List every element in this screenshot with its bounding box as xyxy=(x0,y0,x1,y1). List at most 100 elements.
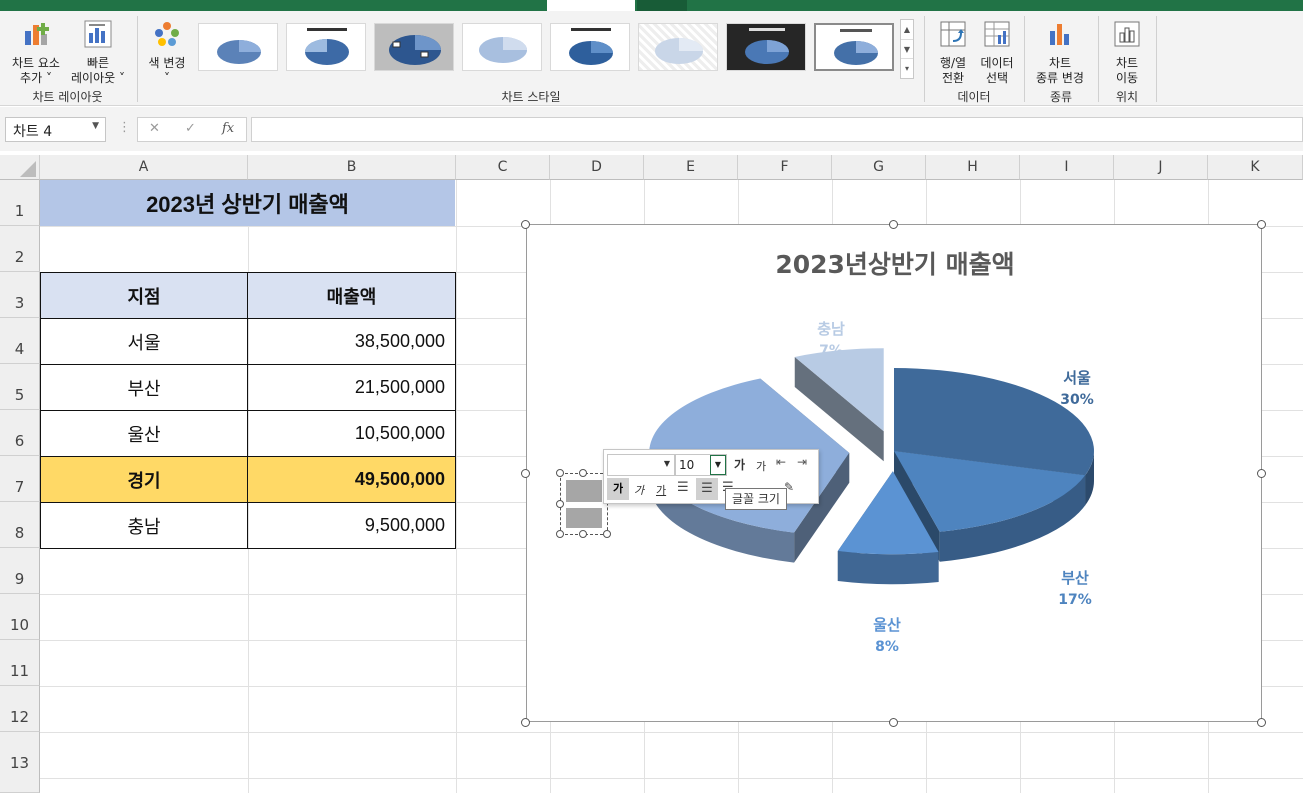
sales-cell-highlighted[interactable]: 49,500,000 xyxy=(248,457,455,503)
resize-handle[interactable] xyxy=(1257,718,1266,727)
sales-cell[interactable]: 21,500,000 xyxy=(248,365,455,411)
sales-cell[interactable]: 9,500,000 xyxy=(248,503,455,548)
resize-handle[interactable] xyxy=(1257,469,1266,478)
row-header-6[interactable]: 6 xyxy=(0,410,40,456)
row-header-13[interactable]: 13 xyxy=(0,732,40,793)
label-handle[interactable] xyxy=(556,500,564,508)
resize-handle[interactable] xyxy=(521,469,530,478)
row-header-9[interactable]: 9 xyxy=(0,548,40,594)
bold-icon[interactable]: 가 xyxy=(607,478,629,500)
column-header-e[interactable]: E xyxy=(644,155,738,180)
data-label-ulsan[interactable]: 울산 8% xyxy=(857,614,917,655)
data-label-busan[interactable]: 부산 17% xyxy=(1045,567,1105,608)
chevron-down-icon[interactable]: ▼ xyxy=(664,459,670,468)
label-handle[interactable] xyxy=(556,469,564,477)
column-header-h[interactable]: H xyxy=(926,155,1020,180)
resize-handle[interactable] xyxy=(1257,220,1266,229)
font-size-select[interactable]: 10 ▼ xyxy=(675,454,727,476)
column-header-g[interactable]: G xyxy=(832,155,926,180)
change-chart-type-icon xyxy=(1050,24,1069,45)
chart-style-6[interactable] xyxy=(638,23,718,71)
move-chart-button[interactable]: 차트 이동 xyxy=(1106,19,1148,86)
chart-style-1[interactable] xyxy=(198,23,278,71)
column-header-a[interactable]: A xyxy=(40,155,248,180)
row-header-4[interactable]: 4 xyxy=(0,318,40,364)
gallery-up-icon[interactable]: ▲ xyxy=(901,20,913,40)
increase-indent-icon[interactable]: ⇥ xyxy=(797,455,807,469)
sheet-title-cell[interactable]: 2023년 상반기 매출액 xyxy=(40,180,455,226)
underline-icon[interactable]: 가 xyxy=(656,482,666,498)
label-handle[interactable] xyxy=(579,530,587,538)
row-header-2[interactable]: 2 xyxy=(0,226,40,272)
chart-style-4[interactable] xyxy=(462,23,542,71)
row-header-8[interactable]: 8 xyxy=(0,502,40,548)
label-handle[interactable] xyxy=(603,530,611,538)
selected-data-label-box[interactable] xyxy=(560,473,608,535)
name-box[interactable]: 차트 4 ▼ xyxy=(5,117,106,142)
resize-handle[interactable] xyxy=(889,220,898,229)
branch-cell[interactable]: 울산 xyxy=(41,411,248,457)
resize-handle[interactable] xyxy=(889,718,898,727)
tab-chart-design[interactable] xyxy=(547,0,635,11)
data-label-chungnam[interactable]: 충남 7% xyxy=(801,318,861,359)
sales-cell[interactable]: 10,500,000 xyxy=(248,411,455,457)
branch-cell[interactable]: 서울 xyxy=(41,319,248,365)
row-header-5[interactable]: 5 xyxy=(0,364,40,410)
grow-font-icon[interactable]: 가 xyxy=(734,456,745,473)
shrink-font-icon[interactable]: 가 xyxy=(756,458,766,474)
column-header-c[interactable]: C xyxy=(456,155,550,180)
select-all-corner[interactable] xyxy=(0,155,40,180)
row-header-12[interactable]: 12 xyxy=(0,686,40,732)
row-header-7[interactable]: 7 xyxy=(0,456,40,502)
row-header-3[interactable]: 3 xyxy=(0,272,40,318)
gallery-more-icon[interactable]: ▾ xyxy=(901,59,913,78)
resize-handle[interactable] xyxy=(521,220,530,229)
branch-cell-highlighted[interactable]: 경기 xyxy=(41,457,248,503)
data-label-seoul[interactable]: 서울 30% xyxy=(1047,367,1107,408)
tab-format[interactable] xyxy=(637,0,687,11)
cancel-icon[interactable]: ✕ xyxy=(149,121,160,136)
chart-style-8-selected[interactable] xyxy=(814,23,894,71)
gallery-scroll[interactable]: ▲ ▼ ▾ xyxy=(900,19,914,79)
select-data-icon xyxy=(984,21,1010,47)
chart-style-2[interactable] xyxy=(286,23,366,71)
select-data-button[interactable]: 데이터 선택 xyxy=(976,19,1018,86)
row-header-1[interactable]: 1 xyxy=(0,180,40,226)
decrease-indent-icon[interactable]: ⇤ xyxy=(776,455,786,469)
chevron-down-icon[interactable]: ▼ xyxy=(710,455,726,475)
font-name-select[interactable]: ▼ xyxy=(607,454,675,476)
sales-cell[interactable]: 38,500,000 xyxy=(248,319,455,365)
label-handle[interactable] xyxy=(579,469,587,477)
resize-handle[interactable] xyxy=(521,718,530,727)
row-header-10[interactable]: 10 xyxy=(0,594,40,640)
branch-cell[interactable]: 부산 xyxy=(41,365,248,411)
column-header-d[interactable]: D xyxy=(550,155,644,180)
column-header-f[interactable]: F xyxy=(738,155,832,180)
formula-input[interactable] xyxy=(251,117,1303,142)
column-header-i[interactable]: I xyxy=(1020,155,1114,180)
chart-style-3[interactable] xyxy=(374,23,454,71)
name-box-dropdown-icon[interactable]: ▼ xyxy=(92,121,99,131)
insert-function-icon[interactable]: fx xyxy=(222,121,234,136)
chart-style-5[interactable] xyxy=(550,23,630,71)
switch-row-column-button[interactable]: 행/열 전환 xyxy=(932,19,974,86)
add-chart-element-button[interactable]: 차트 요소 추가 ˅ xyxy=(6,19,66,86)
label-handle[interactable] xyxy=(556,530,564,538)
header-sales-cell[interactable]: 매출액 xyxy=(248,273,455,319)
gallery-down-icon[interactable]: ▼ xyxy=(901,40,913,59)
change-chart-type-button[interactable]: 차트 종류 변경 xyxy=(1030,19,1090,86)
quick-layout-button[interactable]: 빠른 레이아웃 ˅ xyxy=(66,19,130,86)
selected-label-percent xyxy=(566,508,602,528)
header-branch-cell[interactable]: 지점 xyxy=(41,273,248,319)
change-colors-button[interactable]: 색 변경 ˅ xyxy=(144,19,190,86)
branch-cell[interactable]: 충남 xyxy=(41,503,248,548)
align-left-icon[interactable]: ☰ xyxy=(677,480,689,495)
align-center-icon[interactable]: ☰ xyxy=(696,478,718,500)
chart-style-7[interactable] xyxy=(726,23,806,71)
italic-icon[interactable]: 가 xyxy=(634,482,644,498)
enter-icon[interactable]: ✓ xyxy=(185,121,196,136)
column-header-k[interactable]: K xyxy=(1208,155,1303,180)
column-header-j[interactable]: J xyxy=(1114,155,1208,180)
row-header-11[interactable]: 11 xyxy=(0,640,40,686)
column-header-b[interactable]: B xyxy=(248,155,456,180)
